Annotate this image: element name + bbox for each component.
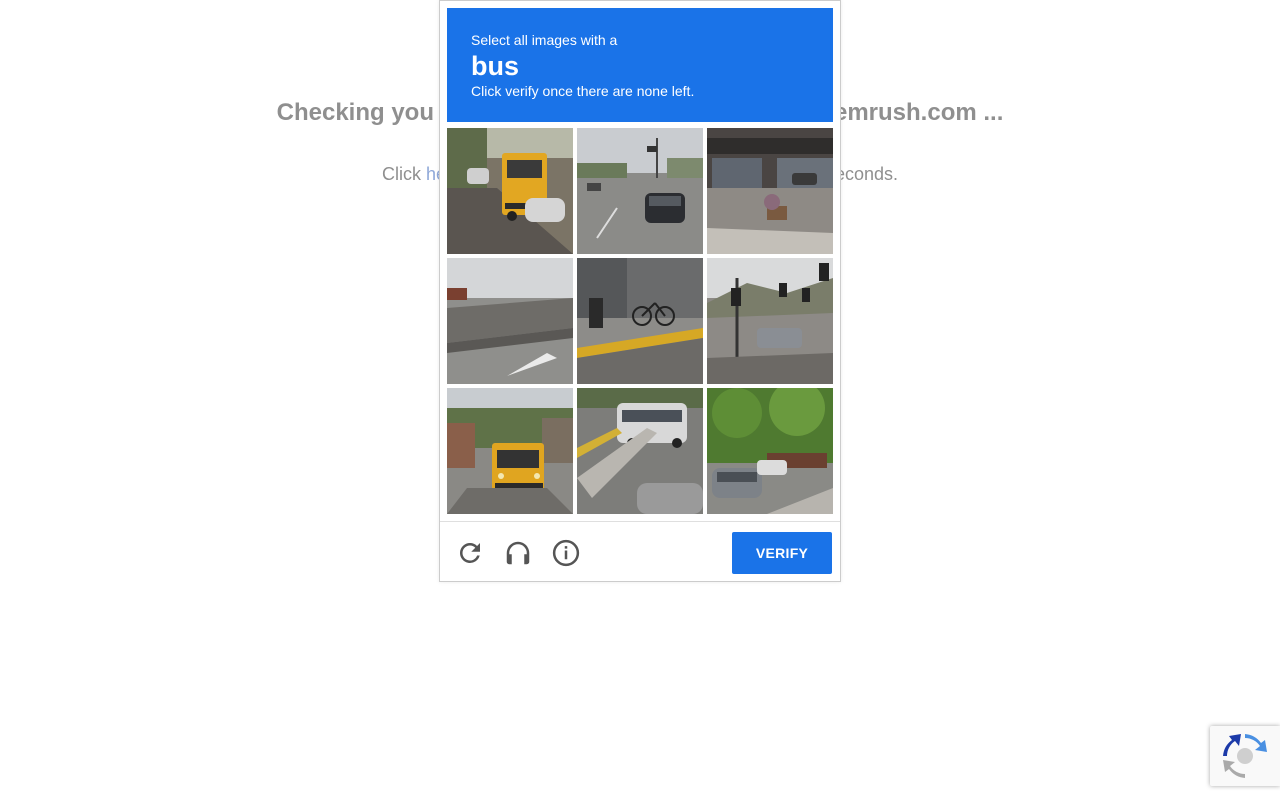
bus-image — [447, 388, 573, 514]
captcha-tile-2[interactable] — [577, 128, 703, 254]
car-image — [577, 128, 703, 254]
captcha-footer: VERIFY — [440, 521, 840, 582]
cars-image — [707, 388, 833, 514]
storefront-image — [707, 128, 833, 254]
intersection-image — [707, 258, 833, 384]
captcha-tile-3[interactable] — [707, 128, 833, 254]
captcha-tile-8[interactable] — [577, 388, 703, 514]
captcha-tile-1[interactable] — [447, 128, 573, 254]
page: Checking you emrush.com ... Click he secon… — [0, 0, 1280, 800]
captcha-target-word: bus — [471, 51, 520, 81]
background-heading-left: Checking you — [276, 99, 434, 126]
headphones-icon[interactable] — [502, 537, 534, 569]
captcha-header: Select all images with a bus Click verif… — [447, 8, 833, 122]
recaptcha-logo-icon — [1223, 734, 1267, 778]
bus-image — [577, 388, 703, 514]
captcha-image-grid — [447, 128, 833, 514]
captcha-tile-4[interactable] — [447, 258, 573, 384]
reload-icon[interactable] — [454, 537, 486, 569]
info-icon[interactable] — [550, 537, 582, 569]
background-sub-prefix: Click — [381, 164, 426, 184]
captcha-tile-7[interactable] — [447, 388, 573, 514]
verify-button[interactable]: VERIFY — [732, 532, 832, 574]
overpass-image — [447, 258, 573, 384]
bus-image — [447, 128, 573, 254]
captcha-instruction: Select all images with a — [471, 32, 618, 48]
recaptcha-badge[interactable] — [1210, 726, 1280, 786]
captcha-tile-5[interactable] — [577, 258, 703, 384]
captcha-tile-6[interactable] — [707, 258, 833, 384]
captcha-subinstruction: Click verify once there are none left. — [471, 83, 695, 99]
captcha-tile-9[interactable] — [707, 388, 833, 514]
captcha-challenge: Select all images with a bus Click verif… — [439, 0, 841, 582]
background-heading-right: emrush.com ... — [833, 99, 1004, 126]
bicycle-image — [577, 258, 703, 384]
